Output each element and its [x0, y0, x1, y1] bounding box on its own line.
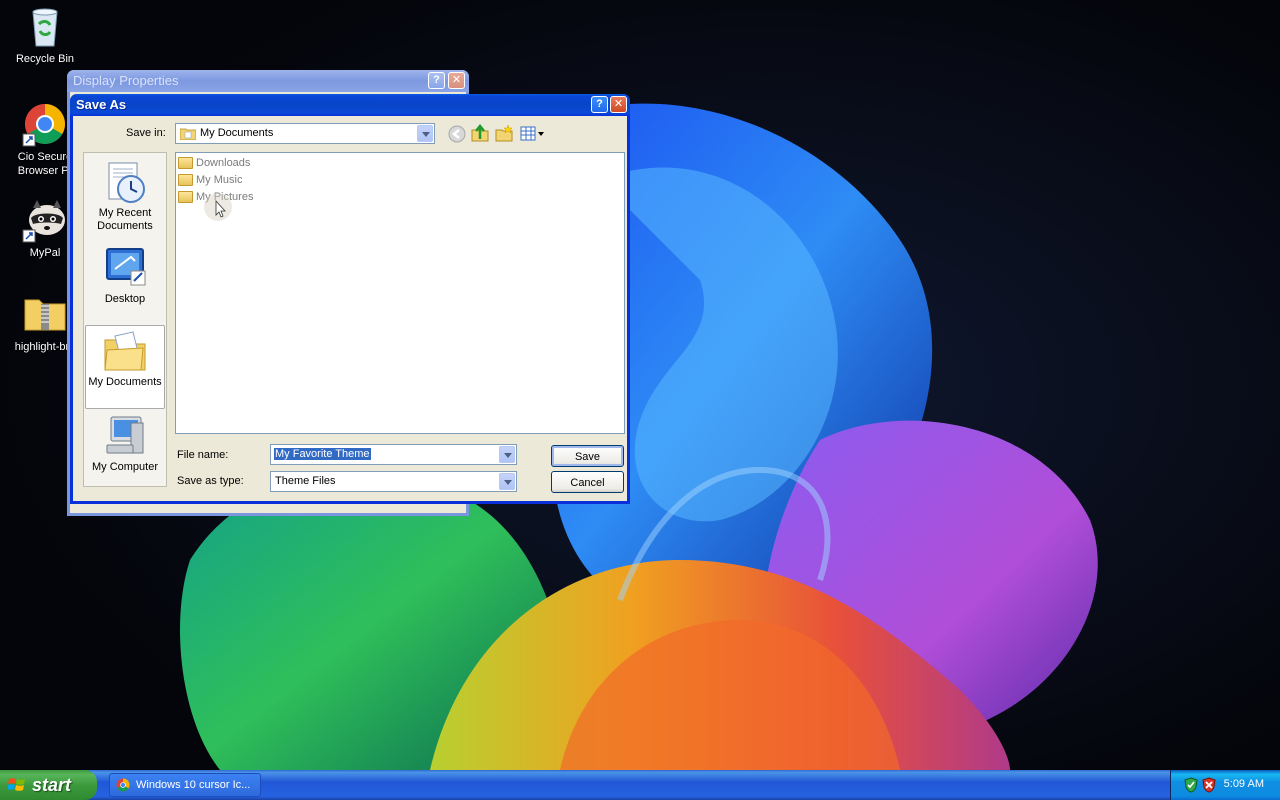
taskbar-item-chrome[interactable]: Windows 10 cursor Ic... — [109, 773, 261, 797]
chevron-down-icon[interactable] — [499, 473, 515, 490]
desktop-icon-label: Recycle Bin — [15, 53, 75, 65]
raccoon-icon — [21, 196, 69, 244]
places-bar: My Recent Documents Desktop My Documents… — [83, 152, 167, 487]
chrome-icon — [116, 778, 130, 792]
back-icon[interactable] — [448, 125, 466, 143]
save-as-dialog[interactable]: Save As ? ✕ Save in: My Documents My Rec… — [70, 94, 630, 504]
help-button[interactable]: ? — [591, 96, 608, 113]
clock[interactable]: 5:09 AM — [1224, 778, 1264, 790]
cancel-button[interactable]: Cancel — [551, 471, 624, 493]
view-menu-icon[interactable] — [520, 125, 546, 143]
list-item[interactable]: My Music — [178, 172, 242, 188]
help-button[interactable]: ? — [428, 72, 445, 89]
folder-icon — [178, 174, 193, 186]
place-desktop[interactable]: Desktop — [85, 243, 165, 327]
recycle-bin-icon — [21, 2, 69, 50]
place-label: Desktop — [104, 293, 146, 305]
zip-folder-icon — [21, 290, 69, 338]
network-shield-icon[interactable] — [1183, 777, 1199, 793]
save-in-value: My Documents — [200, 127, 274, 139]
windows-logo-icon — [8, 778, 25, 791]
my-computer-icon — [101, 415, 149, 459]
file-name-value: My Favorite Theme — [274, 448, 371, 460]
start-label: start — [32, 775, 72, 795]
security-alert-icon[interactable] — [1201, 777, 1217, 793]
chevron-down-icon[interactable] — [417, 125, 433, 142]
save-in-label: Save in: — [126, 127, 166, 139]
chevron-down-icon[interactable] — [499, 446, 515, 463]
close-button[interactable]: ✕ — [448, 72, 465, 89]
taskbar-item-label: Windows 10 cursor Ic... — [136, 779, 251, 791]
folder-icon — [178, 191, 193, 203]
place-my-recent-documents[interactable]: My Recent Documents — [85, 157, 165, 241]
display-properties-titlebar[interactable]: Display Properties ? ✕ — [67, 70, 469, 92]
file-name-dropdown[interactable] — [498, 445, 516, 464]
save-as-type-value: Theme Files — [275, 475, 336, 487]
close-button[interactable]: ✕ — [610, 96, 627, 113]
window-title: Save As — [76, 97, 127, 112]
place-label: My Computer — [91, 461, 159, 473]
file-name-label: File name: — [177, 449, 229, 461]
save-button[interactable]: Save — [551, 445, 624, 467]
new-folder-icon[interactable] — [495, 124, 513, 142]
recent-documents-icon — [101, 161, 149, 205]
place-label: Documents — [97, 220, 153, 232]
mouse-cursor-icon — [204, 193, 232, 221]
save-as-type-dropdown[interactable]: Theme Files — [270, 471, 517, 492]
window-title: Display Properties — [73, 73, 179, 88]
my-documents-icon — [179, 127, 197, 141]
place-label: My Recent — [98, 207, 152, 219]
place-my-computer[interactable]: My Computer — [85, 411, 165, 495]
taskbar: start Windows 10 cursor Ic... 5:09 AM — [0, 770, 1280, 800]
place-label: My Documents — [88, 376, 162, 388]
file-name-field[interactable]: My Favorite Theme — [270, 444, 517, 465]
save-as-type-label: Save as type: — [177, 475, 244, 487]
my-documents-icon — [101, 330, 149, 374]
folder-icon — [178, 157, 193, 169]
up-folder-icon[interactable] — [471, 123, 489, 142]
start-button[interactable]: start — [0, 770, 97, 800]
system-tray: 5:09 AM — [1170, 770, 1280, 800]
file-list[interactable]: Downloads My Music My Pictures — [175, 152, 625, 434]
save-as-titlebar[interactable]: Save As ? ✕ — [70, 94, 630, 116]
desktop-icon — [101, 247, 149, 291]
list-item[interactable]: Downloads — [178, 155, 250, 171]
save-in-dropdown[interactable]: My Documents — [175, 123, 435, 144]
place-my-documents[interactable]: My Documents — [85, 325, 165, 409]
desktop-icon-recycle-bin[interactable]: Recycle Bin — [0, 2, 90, 66]
chrome-icon — [21, 100, 69, 148]
